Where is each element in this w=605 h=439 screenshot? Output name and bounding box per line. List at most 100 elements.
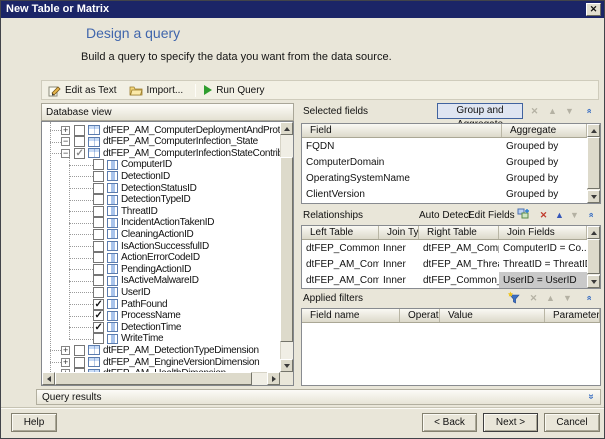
checkbox[interactable] [93,333,104,344]
checkbox[interactable] [93,171,104,182]
table-row[interactable]: ComputerDomainGrouped by [302,154,600,170]
checkbox[interactable] [93,159,104,170]
tree-item-IncidentActionTakenID[interactable]: IncidentActionTakenID [42,217,280,229]
scroll-up-icon[interactable] [587,124,600,137]
checkbox[interactable] [74,125,85,136]
checkbox[interactable] [93,264,104,275]
edit-fields-button[interactable]: Edit Fields [468,210,515,221]
tree-item-IsActiveMalwareID[interactable]: IsActiveMalwareID [42,275,280,287]
column-header-operator[interactable]: Operator [400,309,440,322]
back-button[interactable]: < Back [422,413,477,432]
column-header-left-table[interactable]: Left Table [302,226,379,239]
checkbox[interactable] [74,345,85,356]
tree-body[interactable]: +dtFEP_AM_ComputerDeploymentAndProtectio… [42,122,280,372]
add-relationship-icon[interactable] [517,208,530,220]
run-query-button[interactable]: Run Query [204,85,264,96]
auto-detect-button[interactable]: Auto Detect [419,210,471,221]
collapse-relationships-icon[interactable]: » [584,209,597,221]
delete-filter-icon[interactable]: ✕ [527,292,540,304]
scroll-down-icon[interactable] [587,190,600,203]
checkbox[interactable]: ✓ [93,299,104,310]
tree-item-dtFEP_AM_EngineVersionDimension[interactable]: +dtFEP_AM_EngineVersionDimension [42,356,280,368]
add-filter-icon[interactable] [507,291,520,303]
scroll-thumb[interactable] [587,137,600,189]
checkbox[interactable] [93,229,104,240]
scroll-thumb[interactable] [280,157,293,342]
query-results-bar[interactable]: Query results » [36,389,601,405]
scroll-down-icon[interactable] [280,359,293,372]
expand-plus-icon[interactable]: + [61,346,70,355]
tree-item-dtFEP_AM_ComputerInfectionStateContributor[interactable]: −✓dtFEP_AM_ComputerInfectionStateContrib… [42,147,280,159]
scroll-left-icon[interactable] [42,372,55,385]
checkbox[interactable] [93,217,104,228]
cancel-button[interactable]: Cancel [544,413,600,432]
tree-item-DetectionTypeID[interactable]: DetectionTypeID [42,194,280,206]
tree-item-dtFEP_AM_DetectionTypeDimension[interactable]: +dtFEP_AM_DetectionTypeDimension [42,344,280,356]
help-button[interactable]: Help [11,413,57,432]
tree-item-ThreatID[interactable]: ThreatID [42,205,280,217]
scroll-down-icon[interactable] [587,275,600,288]
scroll-thumb[interactable] [55,372,252,385]
tree-item-DetectionTime[interactable]: ✓DetectionTime [42,321,280,333]
close-icon[interactable]: ✕ [586,3,601,16]
checkbox[interactable] [93,206,104,217]
expand-plus-icon[interactable]: + [61,358,70,367]
column-header-parameter[interactable]: Parameter [545,309,600,322]
checkbox[interactable] [93,287,104,298]
window-titlebar[interactable]: New Table or Matrix ✕ [1,1,604,18]
tree-item-PendingActionID[interactable]: PendingActionID [42,263,280,275]
move-relationship-down-icon[interactable]: ▼ [568,209,581,221]
collapse-selected-fields-icon[interactable]: » [582,105,595,117]
tree-item-DetectionStatusID[interactable]: DetectionStatusID [42,182,280,194]
tree-item-WriteTime[interactable]: WriteTime [42,333,280,345]
table-row[interactable]: dtFEP_Common_C...InnerdtFEP_AM_Compu...C… [302,240,600,256]
move-filter-down-icon[interactable]: ▼ [561,292,574,304]
delete-field-icon[interactable]: ✕ [528,105,541,117]
table-row[interactable]: dtFEP_AM_Compu...InnerdtFEP_Common_U...U… [302,272,600,288]
column-header-join-fields[interactable]: Join Fields [499,226,587,239]
tree-item-CleaningActionID[interactable]: CleaningActionID [42,228,280,240]
tree-horizontal-scrollbar[interactable] [42,372,280,385]
collapse-applied-filters-icon[interactable]: » [582,292,595,304]
table-row[interactable]: FQDNGrouped by [302,138,600,154]
move-field-up-icon[interactable]: ▲ [546,105,559,117]
column-header-field-name[interactable]: Field name [302,309,400,322]
scroll-right-icon[interactable] [267,372,280,385]
move-relationship-up-icon[interactable]: ▲ [553,209,566,221]
column-header-value[interactable]: Value [440,309,545,322]
tree-vertical-scrollbar[interactable] [280,122,293,372]
column-header-right-table[interactable]: Right Table [419,226,499,239]
table-row[interactable]: ClientVersionGrouped by [302,186,600,202]
next-button[interactable]: Next > [483,413,538,432]
checkbox[interactable] [74,136,85,147]
move-field-down-icon[interactable]: ▼ [563,105,576,117]
checkbox[interactable]: ✓ [93,310,104,321]
group-and-aggregate-toggle[interactable]: Group and Aggregate [437,103,523,119]
checkbox[interactable]: ✓ [74,148,85,159]
checkbox[interactable] [93,183,104,194]
tree-item-dtFEP_AM_ComputerInfection_State[interactable]: −dtFEP_AM_ComputerInfection_State [42,136,280,148]
tree-item-DetectionID[interactable]: DetectionID [42,170,280,182]
scroll-up-icon[interactable] [587,226,600,239]
checkbox[interactable]: ✓ [93,322,104,333]
scroll-thumb[interactable] [587,239,600,274]
move-filter-up-icon[interactable]: ▲ [544,292,557,304]
relationships-grid-scrollbar[interactable] [587,226,600,288]
checkbox[interactable] [93,194,104,205]
tree-item-dtFEP_AM_ComputerDeploymentAndProtectionS[interactable]: +dtFEP_AM_ComputerDeploymentAndProtectio… [42,124,280,136]
checkbox[interactable] [93,252,104,263]
tree-item-UserID[interactable]: UserID [42,286,280,298]
checkbox[interactable] [74,357,85,368]
edit-as-text-button[interactable]: Edit as Text [48,84,117,97]
column-header-aggregate[interactable]: Aggregate [502,124,587,137]
checkbox[interactable] [93,241,104,252]
collapse-minus-icon[interactable]: − [61,137,70,146]
tree-item-ActionErrorCodeID[interactable]: ActionErrorCodeID [42,252,280,264]
delete-relationship-icon[interactable]: ✕ [537,209,550,221]
column-header-join-type[interactable]: Join Type [379,226,419,239]
tree-item-IsActionSuccessfulID[interactable]: IsActionSuccessfulID [42,240,280,252]
tree-item-ComputerID[interactable]: ComputerID [42,159,280,171]
expand-query-results-icon[interactable]: » [588,391,594,402]
scroll-up-icon[interactable] [280,122,293,135]
tree-item-PathFound[interactable]: ✓PathFound [42,298,280,310]
